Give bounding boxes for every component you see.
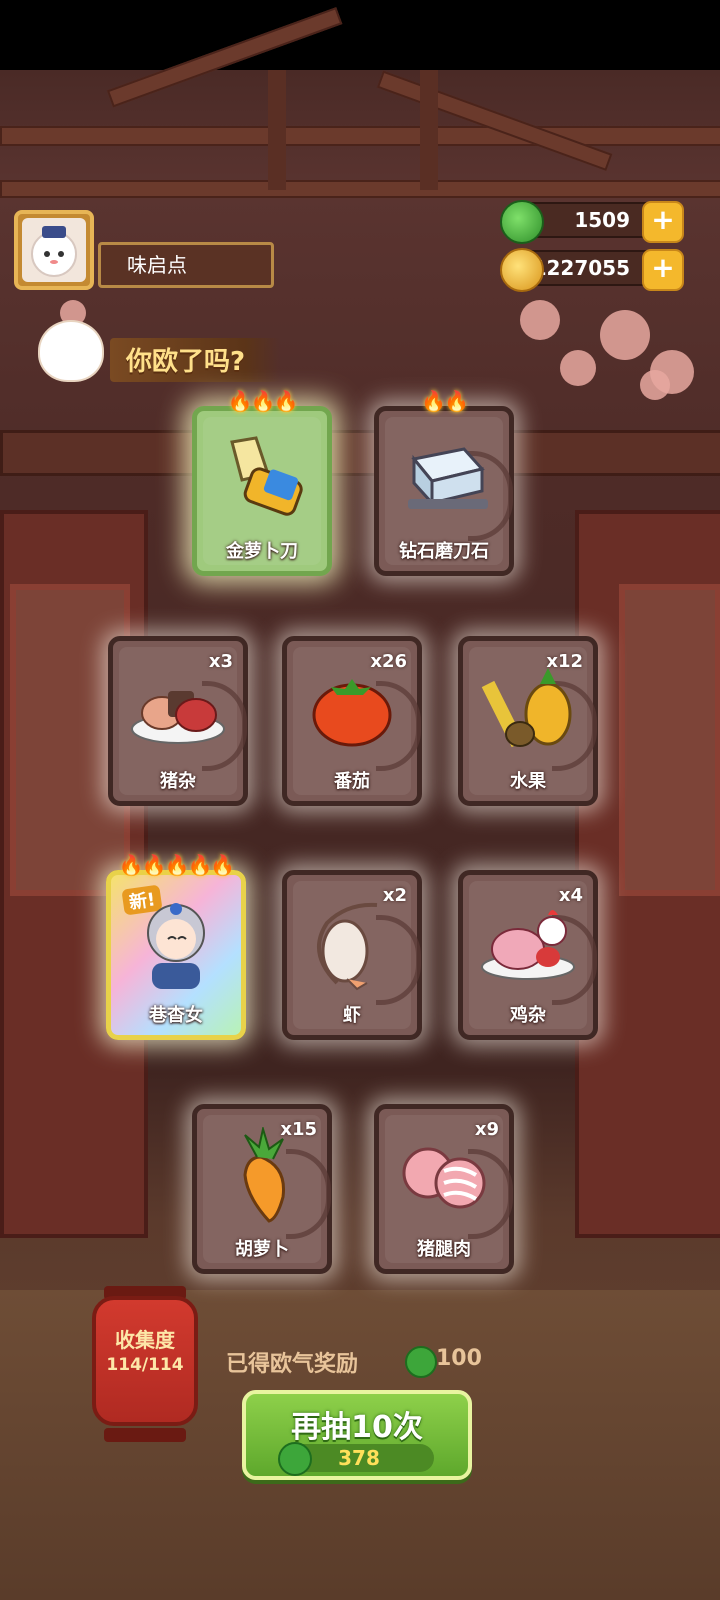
flame-rarity-icon: 🔥🔥🔥 [227,389,299,413]
reward-card-fruit[interactable]: x12 水果 [458,636,598,806]
coin-balance: 51227055 + [500,248,684,292]
card-label: 鸡杂 [510,1005,546,1026]
card-label: 钻石磨刀石 [399,541,489,562]
add-gems-button[interactable]: + [642,201,684,243]
chick-mascot-icon [38,320,104,382]
card-label: 胡萝卜 [235,1239,289,1260]
green-gem-icon [405,1346,437,1378]
reward-card-diamond-whetstone[interactable]: 🔥🔥 钻石磨刀石 [374,389,514,576]
pig-offal-icon [128,669,228,753]
reward-card-pig-offal[interactable]: x3 猪杂 [108,636,248,806]
gem-balance: 1509 + [500,200,684,244]
banner-title: 你欧了吗? [126,347,246,377]
draw-again-label: 再抽10次 [291,1410,423,1445]
reward-card-shrimp[interactable]: x2 虾 [282,870,422,1040]
shrimp-icon [307,893,397,997]
flame-rarity-icon: 🔥🔥🔥🔥🔥 [118,853,236,877]
reward-card-carrot[interactable]: x15 胡萝卜 [192,1104,332,1274]
chicken-offal-icon [478,903,578,987]
reward-card-chicken-offal[interactable]: x4 鸡杂 [458,870,598,1040]
reward-card-character[interactable]: 🔥🔥🔥🔥🔥 新! 巷杳女 [106,853,246,1040]
gold-coin-icon [500,248,544,292]
card-label: 巷杳女 [149,1005,203,1026]
flame-rarity-icon: 🔥🔥 [421,389,469,413]
draw-again-button[interactable]: 再抽10次 378 [242,1390,472,1480]
collection-value: 114/114 [106,1355,184,1375]
lantern-bottom [104,1428,186,1442]
gem-value: 1509 [574,208,630,232]
avatar [22,218,86,282]
player-avatar-frame[interactable] [14,210,94,290]
carrot-icon [217,1125,307,1231]
collection-lantern[interactable]: 收集度 114/114 [92,1296,198,1426]
reward-card-pork-leg[interactable]: x9 猪腿肉 [374,1104,514,1274]
draw-cost-value: 378 [338,1446,380,1470]
fruit-icon [478,664,578,758]
collection-title: 收集度 [115,1328,175,1352]
status-bar [0,0,720,70]
tomato-icon [307,669,397,753]
player-name: 味启点 [98,242,274,288]
golden-carrot-knife-icon [212,434,312,528]
reward-value: 100 [436,1346,482,1371]
character-portrait-icon [126,893,226,997]
diamond-whetstone-icon [394,439,494,523]
reward-card-golden-carrot-knife[interactable]: 🔥🔥🔥 金萝卜刀 [192,389,332,576]
card-label: 番茄 [334,771,370,792]
reward-label: 已得欧气奖励 [226,1352,359,1377]
card-label: 水果 [510,771,546,792]
reward-card-tomato[interactable]: x26 番茄 [282,636,422,806]
pork-leg-icon [394,1137,494,1221]
card-label: 猪腿肉 [417,1239,471,1260]
card-label: 金萝卜刀 [226,541,298,562]
card-label: 猪杂 [160,771,196,792]
green-gem-icon [500,200,544,244]
draw-cost: 378 [278,1442,434,1476]
add-coins-button[interactable]: + [642,249,684,291]
card-label: 虾 [343,1005,361,1026]
